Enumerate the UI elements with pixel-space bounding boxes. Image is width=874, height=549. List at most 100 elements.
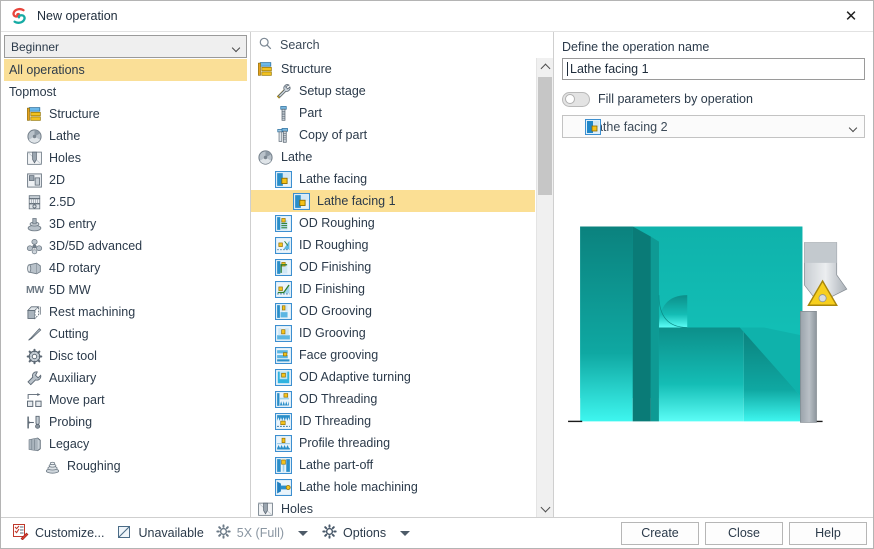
new-operation-dialog: New operation ✕ Beginner All operations T…: [0, 0, 874, 549]
create-button[interactable]: Create: [621, 521, 699, 545]
gear-icon: [216, 524, 231, 542]
lathe-operation-preview: [562, 144, 865, 517]
operation-item-id-finishing[interactable]: ID Finishing: [251, 278, 535, 300]
unavailable-button[interactable]: Unavailable: [110, 522, 209, 544]
sidebar-item-5d-mw[interactable]: MW 5D MW: [4, 279, 247, 301]
operation-item-label: ID Finishing: [299, 282, 365, 296]
sidebar-item-3d-entry[interactable]: 3D entry: [4, 213, 247, 235]
machine-mode-label: 5X (Full): [236, 526, 285, 540]
sidebar-item-structure[interactable]: Structure: [4, 103, 247, 125]
sidebar-item-label: Auxiliary: [49, 371, 97, 385]
operation-item-face-grooving[interactable]: Face grooving: [251, 344, 535, 366]
sidebar-item-label: 4D rotary: [49, 261, 101, 275]
operation-item-copy-of-part[interactable]: Copy of part: [251, 124, 535, 146]
operation-item-label: Lathe facing: [299, 172, 368, 186]
lathe-facing-icon: [585, 118, 601, 135]
operation-item-profile-threading[interactable]: Profile threading: [251, 432, 535, 454]
cutting-icon: [26, 326, 43, 343]
help-button[interactable]: Help: [789, 521, 867, 545]
source-operation-combo[interactable]: Lathe facing 2: [562, 115, 865, 138]
sidebar-item-lathe[interactable]: Lathe: [4, 125, 247, 147]
sidebar-item-probing[interactable]: Probing: [4, 411, 247, 433]
operation-item-holes[interactable]: Holes: [251, 498, 535, 517]
close-icon[interactable]: ✕: [829, 1, 873, 31]
chevron-down-icon: [231, 40, 241, 54]
operation-name-value: Lathe facing 1: [570, 62, 649, 76]
operation-item-id-roughing[interactable]: ID Roughing: [251, 234, 535, 256]
operation-item-lathe-facing[interactable]: Lathe facing: [251, 168, 535, 190]
fill-parameters-toggle-row[interactable]: Fill parameters by operation: [562, 90, 865, 108]
operation-item-setup-stage[interactable]: Setup stage: [251, 80, 535, 102]
structure-icon: [257, 61, 274, 78]
lathe-facing-icon: [275, 170, 292, 188]
operation-item-od-threading[interactable]: OD Threading: [251, 388, 535, 410]
operation-item-id-grooving[interactable]: ID Grooving: [251, 322, 535, 344]
search-placeholder: Search: [280, 38, 320, 52]
operation-item-lathe-facing-1[interactable]: Lathe facing 1: [251, 190, 535, 212]
lathe-part-off-icon: [275, 456, 292, 474]
operation-item-structure[interactable]: Structure: [251, 58, 535, 80]
customize-button[interactable]: Customize...: [7, 522, 110, 544]
sidebar-item-label: 3D/5D advanced: [49, 239, 143, 253]
search-input[interactable]: Search: [251, 32, 553, 58]
operation-item-od-roughing[interactable]: OD Roughing: [251, 212, 535, 234]
operation-item-label: ID Grooving: [299, 326, 366, 340]
sidebar-item-cutting[interactable]: Cutting: [4, 323, 247, 345]
sidebar-item-2d[interactable]: 2D: [4, 169, 247, 191]
twofived-icon: [26, 194, 43, 211]
scroll-up-icon[interactable]: [537, 58, 553, 75]
sidebar-item-label: Cutting: [49, 327, 89, 341]
options-button[interactable]: Options: [316, 522, 392, 544]
categories-panel: Beginner All operations Topmost Structure L…: [1, 32, 251, 517]
operation-item-part[interactable]: Part: [251, 102, 535, 124]
scrollbar-thumb[interactable]: [538, 77, 552, 195]
operation-item-label: OD Adaptive turning: [299, 370, 411, 384]
sidebar-item-topmost[interactable]: Topmost: [4, 81, 247, 103]
od-adaptive-turning-icon: [275, 368, 292, 386]
operation-item-lathe-part-off[interactable]: Lathe part-off: [251, 454, 535, 476]
sidebar-item-label: Structure: [49, 107, 100, 121]
operation-item-lathe[interactable]: Lathe: [251, 146, 535, 168]
skill-level-value: Beginner: [11, 39, 60, 54]
threed-fived-advanced-icon: [26, 238, 43, 255]
operation-item-label: OD Roughing: [299, 216, 375, 230]
operation-item-od-adaptive-turning[interactable]: OD Adaptive turning: [251, 366, 535, 388]
sidebar-item-all-operations[interactable]: All operations: [4, 59, 247, 81]
scroll-down-icon[interactable]: [537, 500, 553, 517]
operation-item-label: OD Threading: [299, 392, 378, 406]
vertical-scrollbar[interactable]: [536, 58, 553, 517]
od-roughing-icon: [275, 214, 292, 232]
options-chevron-down-icon[interactable]: [392, 530, 418, 536]
operation-item-label: ID Roughing: [299, 238, 369, 252]
operation-item-od-finishing[interactable]: OD Finishing: [251, 256, 535, 278]
operation-item-label: Profile threading: [299, 436, 391, 450]
sidebar-item-legacy[interactable]: Legacy: [4, 433, 247, 455]
skill-level-combo[interactable]: Beginner: [4, 35, 247, 58]
operation-item-label: Lathe hole machining: [299, 480, 418, 494]
sidebar-item-auxiliary[interactable]: Auxiliary: [4, 367, 247, 389]
sidebar-item-roughing[interactable]: Roughing: [4, 455, 247, 477]
sidebar-item-3d-5d-advanced[interactable]: 3D/5D advanced: [4, 235, 247, 257]
id-threading-icon: [275, 412, 292, 430]
app-logo-icon: [10, 7, 28, 25]
sidebar-item-2-5d[interactable]: 2.5D: [4, 191, 247, 213]
fill-parameters-toggle[interactable]: [562, 91, 590, 107]
sidebar-item-rest-machining[interactable]: Rest machining: [4, 301, 247, 323]
sidebar-item-holes[interactable]: Holes: [4, 147, 247, 169]
profile-threading-icon: [275, 434, 292, 452]
operation-item-id-threading[interactable]: ID Threading: [251, 410, 535, 432]
operation-item-od-grooving[interactable]: OD Grooving: [251, 300, 535, 322]
machine-mode-chevron-down-icon[interactable]: [290, 530, 316, 536]
operation-item-lathe-hole-machining[interactable]: Lathe hole machining: [251, 476, 535, 498]
close-button[interactable]: Close: [705, 521, 783, 545]
operation-name-field[interactable]: Lathe facing 1: [562, 58, 865, 80]
sidebar-item-4d-rotary[interactable]: 4D rotary: [4, 257, 247, 279]
twod-icon: [26, 172, 43, 189]
face-grooving-icon: [275, 346, 292, 364]
sidebar-item-disc-tool[interactable]: Disc tool: [4, 345, 247, 367]
machine-mode-button[interactable]: 5X (Full): [210, 522, 290, 544]
footer-toolbar: Customize... Unavailable 5X (Full) Optio…: [1, 517, 873, 548]
sidebar-item-move-part[interactable]: Move part: [4, 389, 247, 411]
lathe-hole-machining-icon: [275, 478, 292, 496]
operation-item-label: Lathe: [281, 150, 313, 164]
